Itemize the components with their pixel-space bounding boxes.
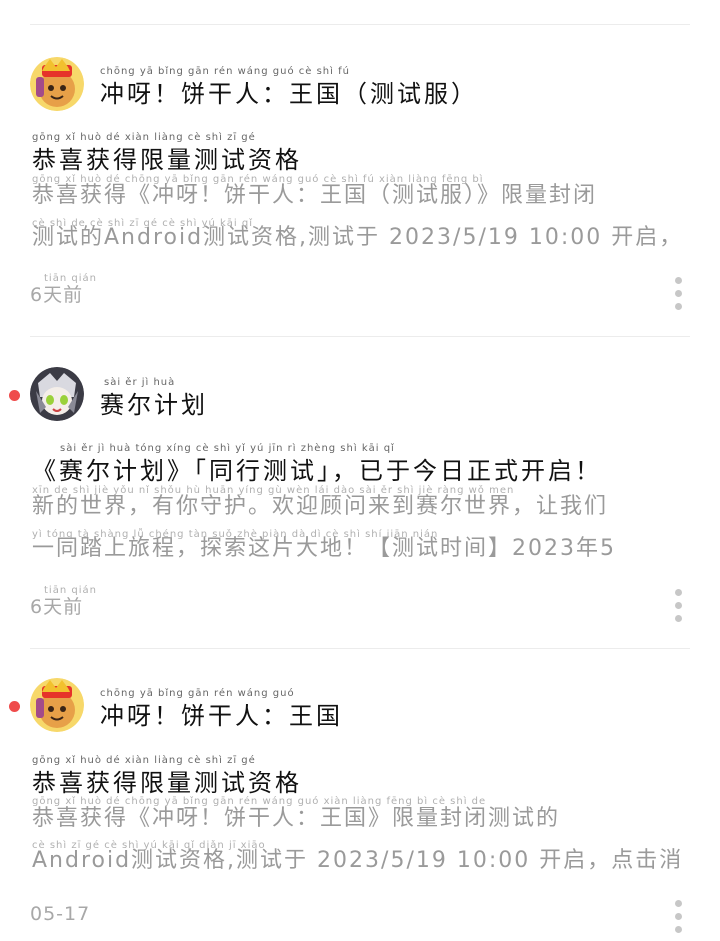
notification-title: 恭喜获得限量测试资格: [32, 146, 302, 174]
cookie-run-kingdom-icon: [30, 57, 84, 111]
app-name: 冲呀！饼干人：王国: [100, 702, 343, 730]
desc-line2: Android测试资格,测试于 2023/5/19 10:00 开启，点击消…: [32, 848, 680, 873]
time-label: 05-17: [30, 903, 91, 925]
desc-line2: 测试的Android测试资格,测试于 2023/5/19 10:00 开启，…: [32, 225, 680, 250]
app-avatar[interactable]: [30, 678, 84, 732]
desc-line1: 恭喜获得《冲呀！饼干人：王国（测试服）》限量封闭: [32, 183, 598, 208]
time-label: 6天前: [30, 284, 84, 306]
more-vertical-icon[interactable]: [674, 589, 684, 628]
more-vertical-icon[interactable]: [674, 277, 684, 316]
cookie-run-kingdom-icon: [30, 678, 84, 732]
more-vertical-icon[interactable]: [674, 900, 684, 939]
app-avatar[interactable]: [30, 367, 84, 421]
notification-title: 恭喜获得限量测试资格: [32, 769, 302, 797]
time-label: 6天前: [30, 596, 84, 618]
app-avatar[interactable]: [30, 57, 84, 111]
app-name: 赛尔计划: [100, 391, 208, 419]
card-divider: [30, 648, 690, 649]
seer-plan-icon: [30, 367, 84, 421]
desc-line2: 一同踏上旅程，探索这片大地！【测试时间】2023年5: [32, 536, 616, 561]
unread-dot-icon: [9, 390, 20, 401]
card-divider: [30, 336, 690, 337]
unread-dot-icon: [9, 701, 20, 712]
top-divider: [30, 24, 690, 25]
desc-line1: 新的世界，有你守护。欢迎顾问来到赛尔世界，让我们: [32, 494, 609, 519]
desc-line1: 恭喜获得《冲呀！饼干人：王国》限量封闭测试的: [32, 806, 561, 831]
notification-title: 《赛尔计划》「同行测试」，已于今日正式开启！: [32, 457, 602, 485]
app-name: 冲呀！饼干人：王国（测试服）: [100, 80, 478, 108]
